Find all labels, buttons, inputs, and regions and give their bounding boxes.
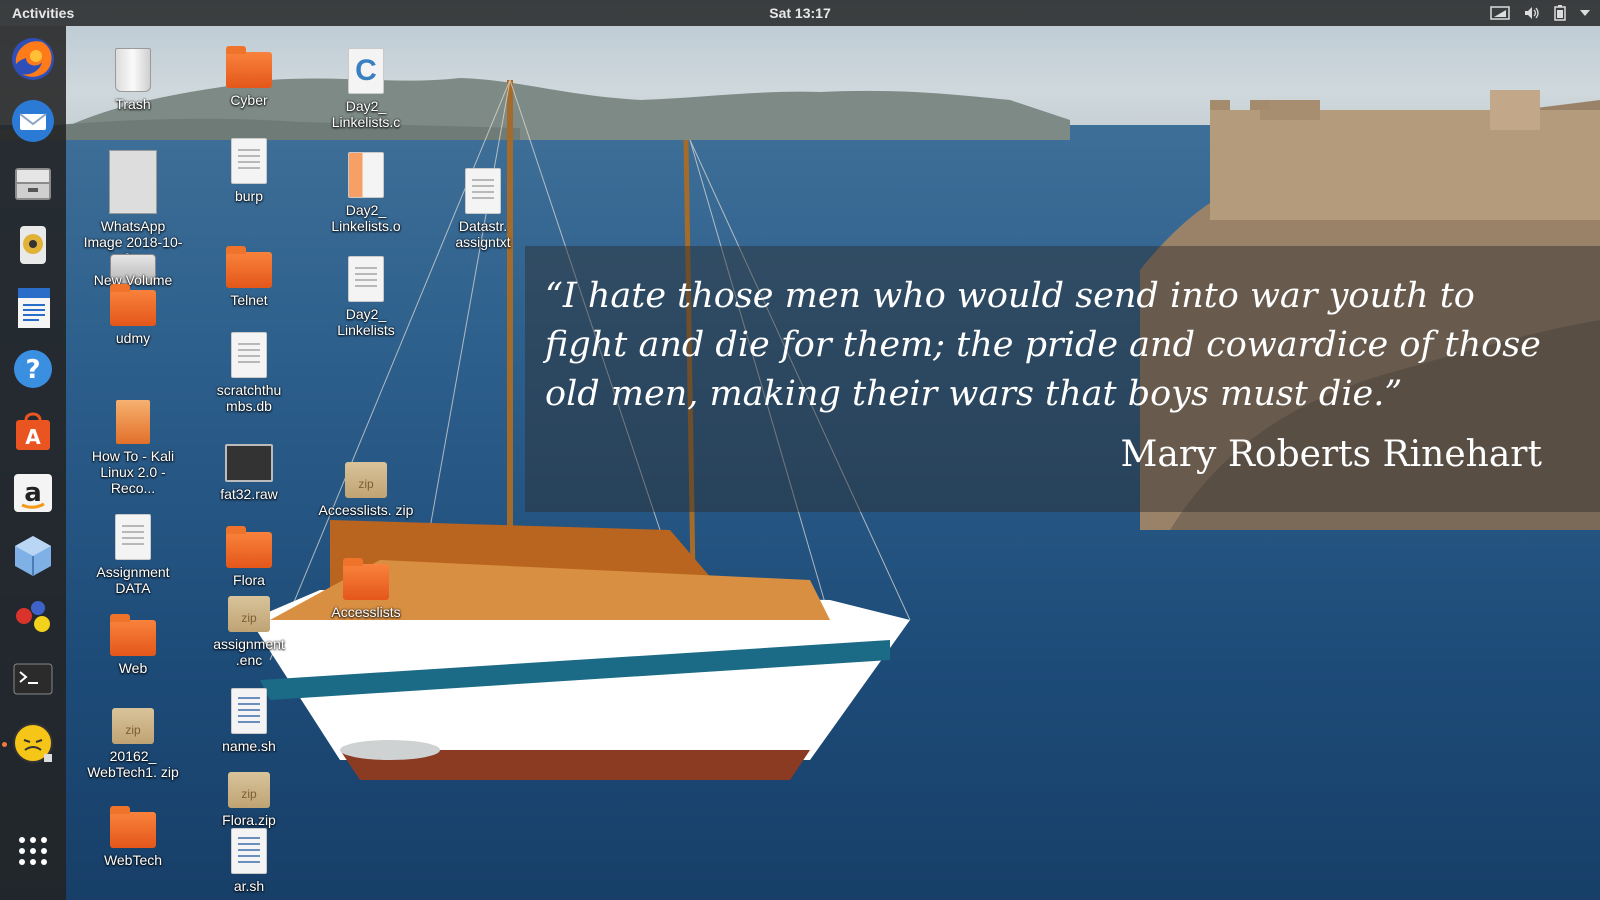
folder-icon	[110, 614, 156, 656]
desktop-icon-burp[interactable]: burp	[199, 136, 299, 204]
folder-icon	[226, 46, 272, 88]
zip-archive-icon: zip	[228, 596, 270, 632]
desktop-icon-day2-linkelists[interactable]: Day2_ Linkelists	[316, 254, 416, 338]
text-file-icon	[115, 514, 151, 560]
script-file-icon	[231, 828, 267, 874]
image-thumbnail-icon	[109, 150, 157, 214]
svg-text:?: ?	[25, 355, 40, 385]
desktop-icon-flora-zip[interactable]: zip Flora.zip	[199, 764, 299, 828]
ubuntu-software-icon[interactable]: A	[8, 406, 58, 456]
files-icon[interactable]	[8, 158, 58, 208]
show-applications-icon[interactable]	[8, 826, 58, 876]
virtualbox-icon[interactable]	[8, 530, 58, 580]
raw-image-icon	[225, 444, 273, 482]
desktop-icon-new-volume[interactable]: New Volume	[83, 240, 183, 288]
svg-text:a: a	[24, 478, 42, 508]
desktop-icon-accesslists[interactable]: Accesslists	[316, 556, 416, 620]
clock[interactable]: Sat 13:17	[769, 5, 830, 21]
text-file-icon	[465, 168, 501, 214]
desktop-icon-day2-linkelists-o[interactable]: Day2_ Linkelists.o	[316, 150, 416, 234]
help-icon[interactable]: ?	[8, 344, 58, 394]
desktop-icon-udmy[interactable]: udmy	[83, 282, 183, 346]
desktop-icon-kali-book[interactable]: How To - Kali Linux 2.0 - Reco...	[83, 398, 183, 496]
activities-button[interactable]: Activities	[12, 5, 74, 21]
quote-author: Mary Roberts Rinehart	[1120, 434, 1542, 475]
desktop-icon-accesslists-zip[interactable]: zip Accesslists. zip	[316, 454, 416, 518]
folder-icon	[226, 246, 272, 288]
rhythmbox-icon[interactable]	[8, 220, 58, 270]
desktop-icon-telnet[interactable]: Telnet	[199, 244, 299, 308]
ebook-icon	[116, 400, 150, 444]
firefox-icon[interactable]	[8, 34, 58, 84]
desktop-icon-scratchthumbs[interactable]: scratchthu mbs.db	[199, 330, 299, 414]
battery-icon[interactable]	[1554, 5, 1566, 21]
folder-icon	[226, 526, 272, 568]
trash-icon	[115, 48, 151, 92]
dock: ? A a	[0, 26, 66, 900]
desktop-icon-day2-linkelists-c[interactable]: C Day2_ Linkelists.c	[316, 46, 416, 130]
quote-text: “I hate those men who would send into wa…	[545, 276, 1541, 414]
svg-text:A: A	[25, 425, 41, 449]
terminal-icon[interactable]	[8, 654, 58, 704]
top-bar: Activities Sat 13:17	[0, 0, 1600, 26]
desktop-icon-webtech-zip[interactable]: zip 20162_ WebTech1. zip	[83, 700, 183, 780]
running-indicator	[2, 742, 7, 747]
c-source-icon: C	[348, 48, 384, 94]
zip-archive-icon: zip	[345, 462, 387, 498]
desktop-icon-assignment-enc[interactable]: zip assignment .enc	[199, 588, 299, 668]
desktop-icon-webtech[interactable]: WebTech	[83, 804, 183, 868]
volume-icon[interactable]	[1524, 6, 1540, 20]
desktop-icon-ar-sh[interactable]: ar.sh	[199, 826, 299, 894]
folder-icon	[110, 284, 156, 326]
system-menu-arrow-icon[interactable]	[1580, 9, 1590, 17]
desktop-icon-web[interactable]: Web	[83, 612, 183, 676]
maltego-icon[interactable]	[8, 592, 58, 642]
system-tray[interactable]	[1490, 3, 1590, 23]
desktop-icon-flora[interactable]: Flora	[199, 524, 299, 588]
executable-file-icon	[348, 256, 384, 302]
wallpaper-quote: “I hate those men who would send into wa…	[525, 246, 1600, 512]
zip-archive-icon: zip	[228, 772, 270, 808]
desktop-icon-trash[interactable]: Trash	[83, 44, 183, 112]
burpsuite-icon[interactable]	[8, 718, 58, 768]
network-icon[interactable]	[1490, 6, 1510, 20]
script-file-icon	[231, 688, 267, 734]
thunderbird-icon[interactable]	[8, 96, 58, 146]
folder-icon	[110, 806, 156, 848]
desktop-icon-fat32-raw[interactable]: fat32.raw	[199, 436, 299, 502]
folder-icon	[343, 558, 389, 600]
desktop-icon-cyber[interactable]: Cyber	[199, 44, 299, 108]
libreoffice-writer-icon[interactable]	[8, 282, 58, 332]
desktop-icon-name-sh[interactable]: name.sh	[199, 686, 299, 754]
text-file-icon	[231, 138, 267, 184]
object-file-icon	[348, 152, 384, 198]
desktop-icon-datastr-assigntxt[interactable]: Datastr. assigntxt	[433, 166, 533, 250]
zip-archive-icon: zip	[112, 708, 154, 744]
amazon-icon[interactable]: a	[8, 468, 58, 518]
binary-file-icon	[231, 332, 267, 378]
desktop-icon-assignment-data[interactable]: Assignment DATA	[83, 512, 183, 596]
